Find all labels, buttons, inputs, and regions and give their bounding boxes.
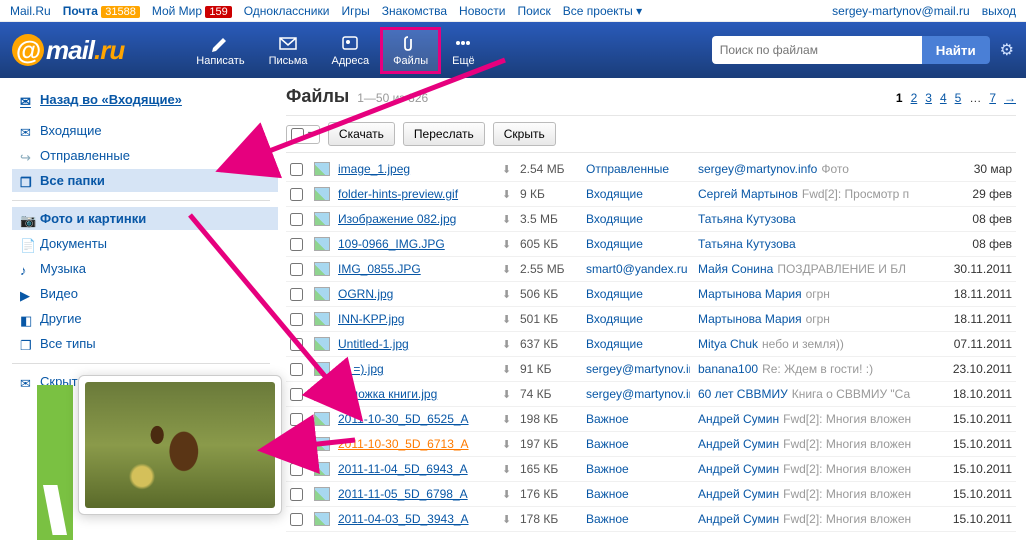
annotation-arrows bbox=[0, 0, 1026, 548]
